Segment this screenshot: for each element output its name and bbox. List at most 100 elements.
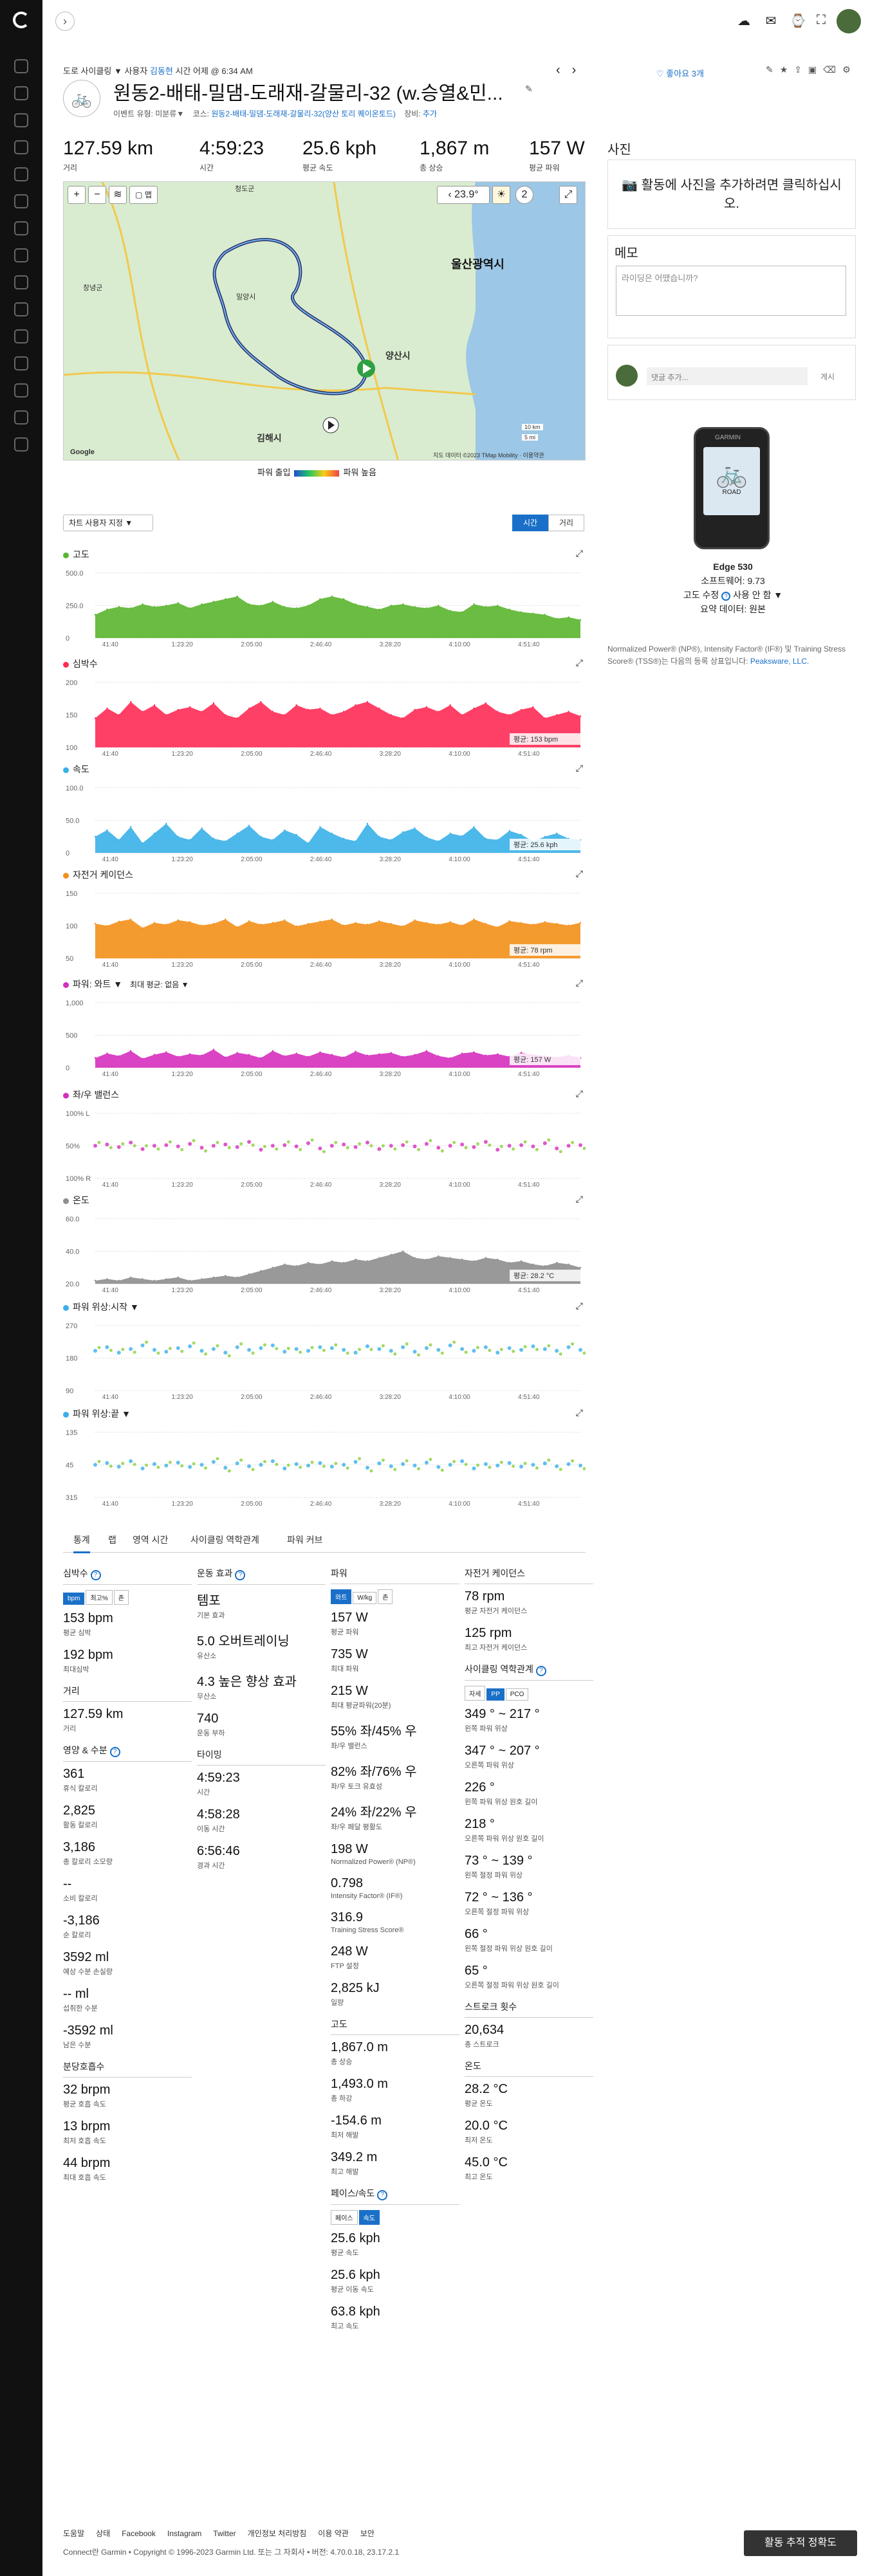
chart-title[interactable]: 좌/우 밸런스 [63, 1088, 119, 1101]
info-icon[interactable]: ? [721, 592, 731, 601]
user-avatar[interactable] [837, 9, 861, 33]
delete-icon[interactable]: ⌫ [823, 64, 842, 75]
chart-title[interactable]: 고도 [63, 548, 89, 561]
upload-icon[interactable]: ☁ [735, 13, 753, 30]
settings-icon[interactable]: ⚙ [842, 64, 857, 75]
chart-plot[interactable]: 0 500 1,000 41:40 1:23:20 2:05:00 2:46:40 3:28:… [63, 997, 586, 1078]
tab-time-in-zone[interactable]: 영역 시간 [133, 1533, 168, 1551]
chart-plot[interactable]: 315 45 135 41:40 1:23:20 2:05:00 2:46:40 3:28:2… [63, 1427, 586, 1508]
settings-icon[interactable] [14, 437, 28, 452]
expand-icon[interactable]: ⤢ [576, 1301, 583, 1311]
data-point [544, 717, 546, 719]
layers-button[interactable]: ≋ [109, 186, 127, 204]
expand-icon[interactable]: ⤢ [576, 868, 583, 879]
notes-textarea[interactable]: 라이딩은 어땠습니까? [616, 266, 846, 316]
chart-plot[interactable]: 50 100 150 41:40 1:23:20 2:05:00 2:46:40 3:28:2… [63, 888, 586, 969]
accuracy-feedback-button[interactable]: 활동 추적 정확도 [744, 2530, 857, 2556]
info-icon[interactable]: ? [109, 1747, 120, 1757]
weather-widget[interactable]: ‹ 23.9° [437, 186, 490, 204]
garmin-connect-logo[interactable] [13, 12, 30, 28]
chart-plot[interactable]: 20.0 40.0 60.0 41:40 1:23:20 2:05:00 2:46:40 3:… [63, 1213, 586, 1294]
activity-type-label[interactable]: 도로 사이클링 [63, 66, 111, 76]
map-credits[interactable]: 지도 데이터 ©2023 TMap Mobility · 이용약관 [433, 451, 544, 459]
share-icon[interactable]: ⇪ [794, 64, 808, 75]
elevation-correction-select[interactable]: 사용 안 함 ▼ [733, 590, 782, 600]
sidebar-toggle-button[interactable]: › [55, 12, 75, 31]
tab-cycling-dynamics[interactable]: 사이클링 역학관계 [190, 1533, 259, 1551]
chart-title[interactable]: 온도 [63, 1194, 89, 1207]
activity-icon[interactable] [14, 86, 28, 100]
tab-laps[interactable]: 랩 [108, 1533, 116, 1551]
expand-icon[interactable]: ⤢ [576, 657, 583, 668]
comment-post-button[interactable]: 게시 [820, 371, 835, 382]
chart-title[interactable]: 파워 위상:끝 ▼ [63, 1407, 131, 1420]
gear-icon[interactable] [14, 248, 28, 262]
challenges-icon[interactable] [14, 410, 28, 425]
calendar-icon[interactable] [14, 113, 28, 127]
add-photo-area[interactable]: 📷 활동에 사진을 추가하려면 클릭하십시오. [607, 160, 856, 229]
connections-icon[interactable] [14, 302, 28, 316]
insights-icon[interactable] [14, 275, 28, 289]
chart-title[interactable]: 심박수 [63, 657, 98, 670]
chart-plot[interactable]: 90 180 270 41:40 1:23:20 2:05:00 2:46:40 3:28:2… [63, 1320, 586, 1401]
nutrition-stats: 361 휴식 칼로리 2,825 활동 칼로리 3,186 총 칼로리 소모량 -- 소비 칼… [63, 1767, 192, 2050]
chart-title[interactable]: 속도 [63, 763, 89, 776]
likes[interactable]: ♡ 좋아요 3개 [656, 67, 704, 79]
gear-add-link[interactable]: 추가 [423, 109, 437, 118]
chart-plot[interactable]: 0 50.0 100.0 41:40 1:23:20 2:05:00 2:46:40 3:28… [63, 782, 586, 863]
map-type-button[interactable]: ▢ 맵 [129, 186, 158, 204]
chart-plot[interactable]: 100 150 200 41:40 1:23:20 2:05:00 2:46:40 3:28:… [63, 677, 586, 758]
data-point [342, 1463, 346, 1467]
chart-plot[interactable]: 100% R 50% 100% L 41:40 1:23:20 2:05:00 2:46:4… [63, 1108, 586, 1189]
chart-plot[interactable]: 0 250.0 500.0 41:40 1:23:20 2:05:00 2:46:40 3:2… [63, 567, 586, 648]
inbox-icon[interactable]: ✉ [762, 13, 780, 30]
edit-title-icon[interactable]: ✎ [525, 84, 533, 95]
trophy-icon[interactable] [14, 383, 28, 397]
prev-activity-icon[interactable]: ‹ [556, 63, 572, 77]
activity-title[interactable]: 원동2-배태-밀댐-도래재-갈물리-32 (w.승열&민... [113, 77, 512, 105]
next-activity-icon[interactable]: › [572, 63, 588, 77]
badges-icon[interactable] [14, 356, 28, 370]
tab-stats[interactable]: 통계 [73, 1533, 90, 1553]
favorite-icon[interactable]: ★ [780, 64, 795, 75]
info-icon[interactable]: ? [235, 1570, 246, 1580]
expand-icon[interactable]: ⤢ [576, 1088, 583, 1099]
zoom-in-button[interactable]: + [68, 186, 86, 204]
info-icon[interactable]: ? [377, 2190, 388, 2200]
courses-icon[interactable] [14, 167, 28, 181]
chart-customize-select[interactable]: 차트 사용자 지정 ▼ [63, 515, 153, 531]
x-axis-time-toggle[interactable]: 시간 [512, 515, 548, 531]
chart-title[interactable]: 자전거 케이던스 [63, 868, 133, 881]
fullscreen-icon[interactable]: ⤢ [559, 186, 577, 204]
training-icon[interactable] [14, 221, 28, 235]
zoom-out-button[interactable]: − [88, 186, 106, 204]
max-average-select[interactable]: 최대 평균: 없음 ▼ [130, 980, 189, 989]
expand-icon[interactable]: ⤢ [576, 763, 583, 774]
x-axis-distance-toggle[interactable]: 거리 [548, 515, 584, 531]
expand-icon[interactable]: ⤢ [576, 978, 583, 989]
health-icon[interactable] [14, 194, 28, 208]
lock-icon[interactable]: ▣ [808, 64, 823, 75]
owner-link[interactable]: 김동현 [150, 66, 173, 76]
dashboard-icon[interactable] [14, 59, 28, 73]
expand-icon[interactable]: ⤢ [576, 1194, 583, 1205]
device-sync-icon[interactable]: ⌚ [789, 13, 807, 30]
notifications-icon[interactable]: ⛶ [812, 13, 830, 30]
tab-power-curve[interactable]: 파워 커브 [287, 1533, 322, 1551]
expand-icon[interactable]: ⤢ [576, 1407, 583, 1418]
event-type-select[interactable]: 미분류 [155, 109, 176, 118]
data-point [284, 1055, 286, 1057]
info-icon[interactable]: ? [90, 1570, 101, 1580]
info-icon[interactable]: ? [535, 1666, 546, 1676]
edit-icon[interactable]: ✎ [766, 64, 780, 75]
peaksware-link[interactable]: Peaksware, LLC. [750, 657, 809, 666]
route-map[interactable]: + − ≋ ▢ 맵 ‹ 23.9° ☀ 2 ⤢ 울산광역시 양산시 김해시 창녕… [63, 181, 586, 461]
chart-title[interactable]: 파워: 와트 ▼ 최대 평균: 없음 ▼ [63, 978, 189, 991]
expand-icon[interactable]: ⤢ [576, 548, 583, 559]
reports-icon[interactable] [14, 140, 28, 154]
course-link[interactable]: 원동2-배태-밀댐-도래재-갈물리-32(양산 토리 퀘이온토드) [211, 109, 396, 118]
chart-title[interactable]: 파워 위상:시작 ▼ [63, 1301, 139, 1313]
data-point [472, 1466, 476, 1471]
groups-icon[interactable] [14, 329, 28, 343]
comment-input[interactable]: 댓글 추가... [647, 367, 808, 385]
